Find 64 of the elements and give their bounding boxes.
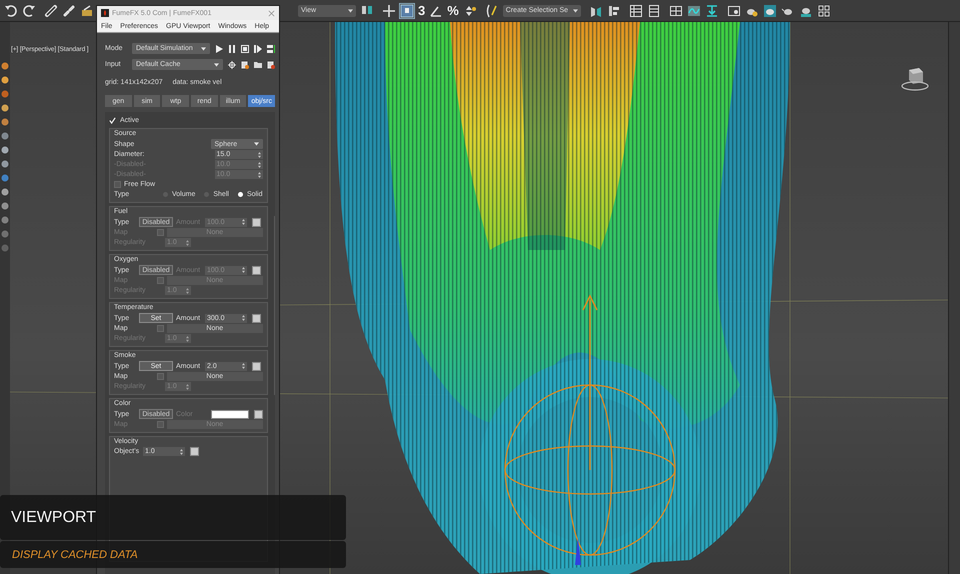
bind-icon[interactable] [80, 4, 94, 18]
spinner-icon[interactable] [242, 363, 245, 369]
spinner-icon[interactable] [186, 336, 189, 342]
material-editor-icon[interactable] [726, 4, 741, 18]
active-checkbox[interactable] [109, 117, 116, 124]
list-icon[interactable] [628, 4, 643, 18]
spinner-icon[interactable] [242, 315, 245, 321]
map-picker-button[interactable] [252, 266, 261, 274]
caption-title: VIEWPORT [11, 508, 96, 526]
spinner-icon[interactable] [258, 172, 261, 178]
stop-icon[interactable] [241, 44, 249, 52]
color-swatch[interactable] [210, 410, 249, 418]
spinner-icon[interactable] [258, 162, 261, 168]
redo-icon[interactable] [22, 4, 36, 18]
map-checkbox[interactable] [157, 229, 164, 236]
map-picker-button[interactable] [252, 314, 261, 322]
map-picker-button[interactable] [252, 218, 261, 226]
curve-editor-icon[interactable] [686, 4, 701, 18]
crosshair-icon[interactable] [228, 60, 236, 68]
caret-icon [254, 142, 259, 146]
grid-view-icon[interactable] [668, 4, 683, 18]
map-picker-button[interactable] [254, 410, 263, 418]
move-icon[interactable] [382, 4, 396, 18]
caret-icon [348, 8, 353, 12]
map-checkbox[interactable] [157, 373, 164, 380]
app-icon [101, 9, 109, 17]
link-icon[interactable] [44, 4, 58, 18]
continue-icon[interactable] [254, 44, 262, 52]
caret-icon [572, 8, 578, 12]
snap-toggle[interactable]: 3 [418, 4, 426, 18]
spinner-icon[interactable] [186, 288, 189, 294]
play-icon[interactable] [215, 44, 223, 52]
radio-button[interactable] [238, 192, 243, 197]
spinner-icon[interactable] [242, 267, 245, 273]
caption-subtitle: DISPLAY CACHED DATA [12, 548, 138, 560]
select-icon[interactable] [400, 4, 414, 18]
caret-icon [201, 46, 206, 50]
map-checkbox[interactable] [157, 325, 164, 332]
folder-icon[interactable] [254, 60, 262, 68]
spinner-icon[interactable] [186, 240, 189, 246]
pause-icon[interactable] [228, 44, 236, 52]
dope-sheet-icon[interactable] [704, 4, 719, 18]
edit-selection-icon[interactable] [484, 4, 499, 18]
unlink-icon[interactable] [62, 4, 76, 18]
align-icon[interactable] [606, 4, 621, 18]
spinner-icon[interactable] [180, 448, 183, 454]
layers-icon[interactable] [646, 4, 661, 18]
cache-delete-icon[interactable] [267, 60, 275, 68]
gizmo-marker-icon [575, 538, 581, 565]
spinner-icon[interactable] [242, 219, 245, 225]
free-flow-checkbox[interactable] [114, 181, 121, 188]
stack-icon[interactable] [267, 44, 275, 52]
undo-icon[interactable] [4, 4, 18, 18]
cache-file-icon[interactable] [241, 60, 249, 68]
grid-icon[interactable] [816, 4, 831, 18]
caret-icon [214, 62, 219, 66]
angle-snap-icon[interactable] [429, 4, 444, 18]
spinner-icon[interactable] [258, 152, 261, 158]
teapot-frame-icon[interactable] [762, 4, 777, 18]
spinner-icon[interactable] [186, 384, 189, 390]
map-checkbox[interactable] [157, 277, 164, 284]
map-checkbox[interactable] [157, 421, 164, 428]
map-picker-button[interactable] [252, 362, 261, 370]
percent-snap-toggle[interactable]: % [447, 4, 459, 18]
